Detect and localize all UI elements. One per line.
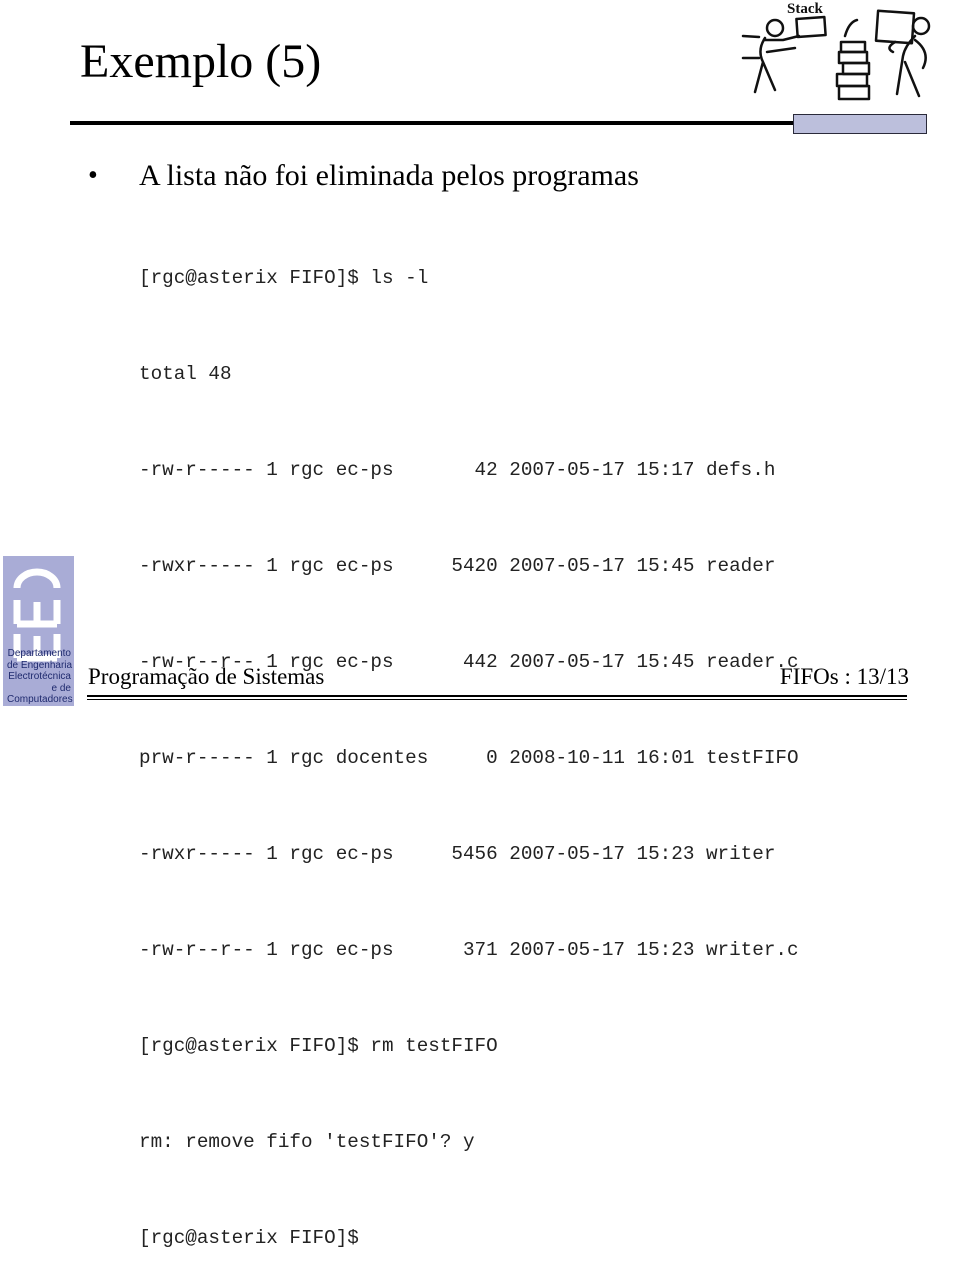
terminal-line: [rgc@asterix FIFO]$ ls -l — [139, 267, 429, 289]
logo-text-line: e de — [51, 682, 71, 694]
header-rule — [70, 121, 794, 125]
terminal-line: -rwxr----- 1 rgc ec-ps 5420 2007-05-17 1… — [139, 555, 776, 577]
header-accent-box — [793, 114, 927, 134]
footer-page-number: FIFOs : 13/13 — [779, 664, 909, 689]
terminal-line: [rgc@asterix FIFO]$ rm testFIFO — [139, 1035, 498, 1057]
clipart-label: Stack — [787, 1, 823, 17]
footer-rule — [87, 695, 907, 697]
logo-text-line: Electrotécnica — [8, 671, 71, 682]
logo-text-line: Computadores — [7, 694, 73, 705]
slide-title: Exemplo (5) — [80, 35, 322, 88]
footer-rule — [87, 699, 907, 700]
terminal-line: prw-r----- 1 rgc docentes 0 2008-10-11 1… — [139, 747, 799, 769]
terminal-line: -rw-r--r-- 1 rgc ec-ps 371 2007-05-17 15… — [139, 939, 799, 961]
bullet-icon: • — [88, 160, 98, 191]
terminal-line: -rwxr----- 1 rgc ec-ps 5456 2007-05-17 1… — [139, 843, 776, 865]
terminal-line: -rw-r----- 1 rgc ec-ps 42 2007-05-17 15:… — [139, 459, 776, 481]
terminal-line: rm: remove fifo 'testFIFO'? y — [139, 1131, 475, 1153]
footer-course-title: Programação de Sistemas — [88, 664, 325, 689]
logo-text-line: de Engenharia — [7, 659, 73, 671]
logo-text: Departamento de Engenharia Electrotécnic… — [7, 648, 73, 706]
stack-clipart-icon: Stack — [735, 0, 935, 108]
terminal-output: [rgc@asterix FIFO]$ ls -l total 48 -rw-r… — [139, 198, 799, 1286]
bullet-text: A lista não foi eliminada pelos programa… — [139, 159, 639, 192]
logo-text-line: Departamento — [7, 648, 71, 659]
terminal-line: [rgc@asterix FIFO]$ — [139, 1227, 359, 1249]
deec-logo: Departamento de Engenharia Electrotécnic… — [3, 556, 74, 706]
terminal-line: total 48 — [139, 363, 232, 385]
